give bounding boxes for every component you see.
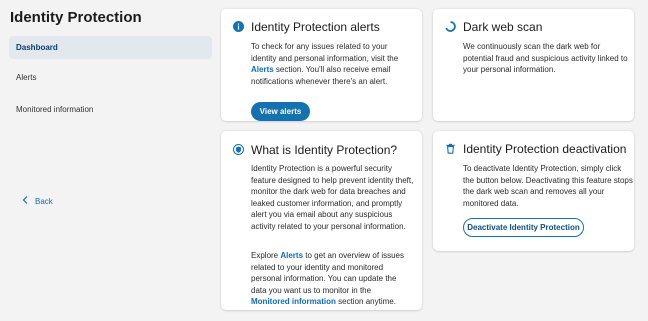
page-title: Identity Protection xyxy=(10,9,142,26)
monitored-information-link[interactable]: Monitored information xyxy=(251,297,336,306)
what-is-para-1: Identity Protection is a powerful securi… xyxy=(251,164,414,231)
what-is-para-2-text-3: section anytime. xyxy=(338,297,396,306)
alerts-card-text: To check for any issues related to your … xyxy=(251,41,406,87)
alerts-link[interactable]: Alerts xyxy=(251,65,274,74)
deactivate-button[interactable]: Deactivate Identity Protection xyxy=(463,218,584,237)
what-is-para-2: Explore Alerts to get an overview of iss… xyxy=(251,250,411,308)
trash-icon xyxy=(445,143,456,154)
dark-web-scan-card: Dark web scan We continuously scan the d… xyxy=(433,9,634,121)
alerts-card: Identity Protection alerts To check for … xyxy=(221,9,422,121)
dark-web-scan-title: Dark web scan xyxy=(463,20,543,34)
spinner-icon xyxy=(445,21,456,32)
sidebar: Identity Protection Dashboard Alerts Mon… xyxy=(0,0,220,321)
info-icon xyxy=(233,21,244,32)
alerts-card-title: Identity Protection alerts xyxy=(251,20,380,34)
alerts-card-text-1: To check for any issues related to your … xyxy=(251,42,399,63)
back-button[interactable]: Back xyxy=(22,196,53,206)
chevron-left-icon xyxy=(22,196,28,206)
what-is-card: What is Identity Protection? Identity Pr… xyxy=(221,131,422,310)
what-is-title: What is Identity Protection? xyxy=(251,143,398,157)
alerts-link[interactable]: Alerts xyxy=(280,251,303,260)
dark-web-scan-text: We continuously scan the dark web for po… xyxy=(463,42,628,74)
sidebar-item-dashboard[interactable]: Dashboard xyxy=(9,36,212,59)
what-is-para-2-text-1: Explore xyxy=(251,251,279,260)
deactivation-card: Identity Protection deactivation To deac… xyxy=(433,131,634,251)
shield-icon xyxy=(233,144,244,155)
back-label: Back xyxy=(35,196,53,206)
sidebar-item-alerts[interactable]: Alerts xyxy=(9,66,212,89)
view-alerts-button[interactable]: View alerts xyxy=(251,102,310,121)
deactivation-title: Identity Protection deactivation xyxy=(463,142,627,156)
sidebar-item-monitored-information[interactable]: Monitored information xyxy=(9,98,212,121)
deactivation-text: To deactivate Identity Protection, simpl… xyxy=(463,164,633,208)
